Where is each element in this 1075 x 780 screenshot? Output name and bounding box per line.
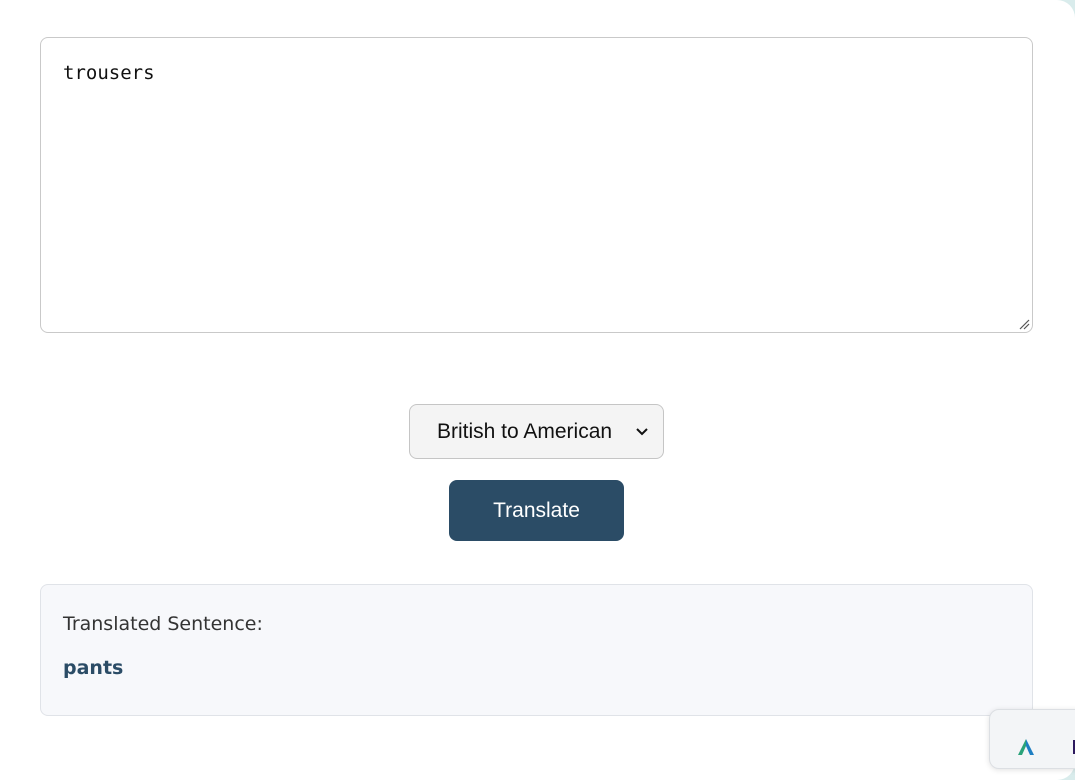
translation-direction-select[interactable]: British to American — [409, 404, 664, 459]
translated-text: pants — [63, 657, 124, 679]
translate-button[interactable]: Translate — [449, 480, 624, 541]
text-input[interactable]: trousers — [40, 37, 1033, 333]
chevron-down-icon — [636, 427, 648, 435]
select-value: British to American — [437, 419, 613, 443]
translator-card: trousers British to American Translate T… — [0, 0, 1075, 780]
result-label: Translated Sentence: — [63, 613, 263, 635]
floating-assistant-widget[interactable] — [989, 709, 1075, 769]
resize-handle-icon[interactable] — [1018, 318, 1030, 330]
triangle-logo-icon — [1018, 739, 1034, 755]
result-panel: Translated Sentence: pants — [40, 584, 1033, 716]
